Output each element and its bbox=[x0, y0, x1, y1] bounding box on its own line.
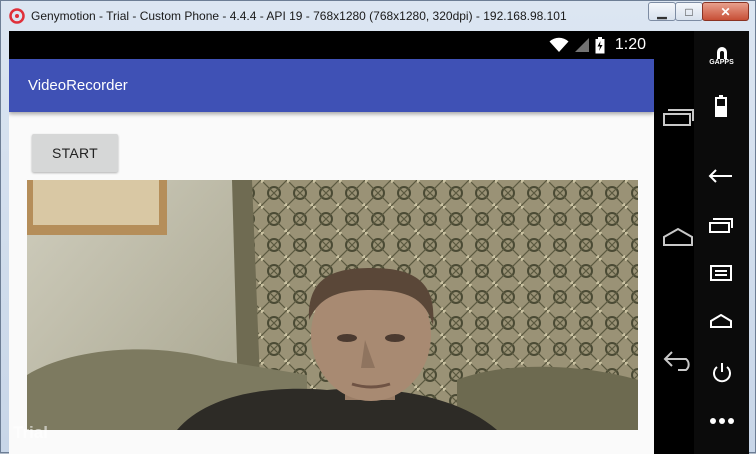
recent-apps-icon[interactable] bbox=[709, 217, 733, 233]
trial-watermark: Trial bbox=[13, 423, 48, 442]
maximize-button[interactable]: □ bbox=[675, 2, 703, 21]
title-bar[interactable]: Genymotion - Trial - Custom Phone - 4.4.… bbox=[1, 1, 756, 31]
battery-icon[interactable] bbox=[715, 95, 727, 117]
signal-icon bbox=[574, 38, 589, 52]
home-icon[interactable] bbox=[710, 314, 732, 328]
power-icon[interactable] bbox=[711, 361, 733, 385]
genymotion-window: Genymotion - Trial - Custom Phone - 4.4.… bbox=[0, 0, 756, 454]
recent-apps-icon[interactable] bbox=[662, 107, 694, 127]
minimize-button[interactable]: ▁ bbox=[648, 2, 676, 21]
window-title: Genymotion - Trial - Custom Phone - 4.4.… bbox=[31, 9, 567, 23]
minimize-icon: ▁ bbox=[657, 4, 667, 19]
camera-preview-image bbox=[27, 180, 638, 430]
more-icon[interactable] bbox=[709, 417, 735, 425]
start-button[interactable]: START bbox=[32, 134, 118, 172]
home-icon[interactable] bbox=[662, 227, 694, 247]
camera-preview bbox=[27, 180, 638, 430]
app-title: VideoRecorder bbox=[28, 77, 128, 94]
status-clock: 1:20 bbox=[614, 36, 646, 53]
battery-icon bbox=[595, 36, 605, 53]
gapps-label: GAPPS bbox=[709, 59, 734, 66]
android-status-bar: 1:20 bbox=[9, 31, 654, 59]
device-frame: 1:20 VideoRecorder START Trial bbox=[9, 31, 749, 454]
menu-icon[interactable] bbox=[710, 265, 732, 281]
wifi-icon bbox=[549, 37, 569, 52]
back-icon[interactable] bbox=[708, 168, 734, 186]
genymotion-logo-icon bbox=[9, 8, 25, 24]
genymotion-side-toolbar: GAPPS bbox=[694, 31, 749, 454]
device-screen: 1:20 VideoRecorder START Trial bbox=[9, 31, 654, 454]
app-toolbar: VideoRecorder bbox=[9, 59, 654, 112]
back-icon[interactable] bbox=[662, 349, 696, 371]
close-icon: ✕ bbox=[720, 4, 731, 19]
maximize-icon: □ bbox=[685, 4, 693, 19]
close-button[interactable]: ✕ bbox=[702, 2, 749, 21]
